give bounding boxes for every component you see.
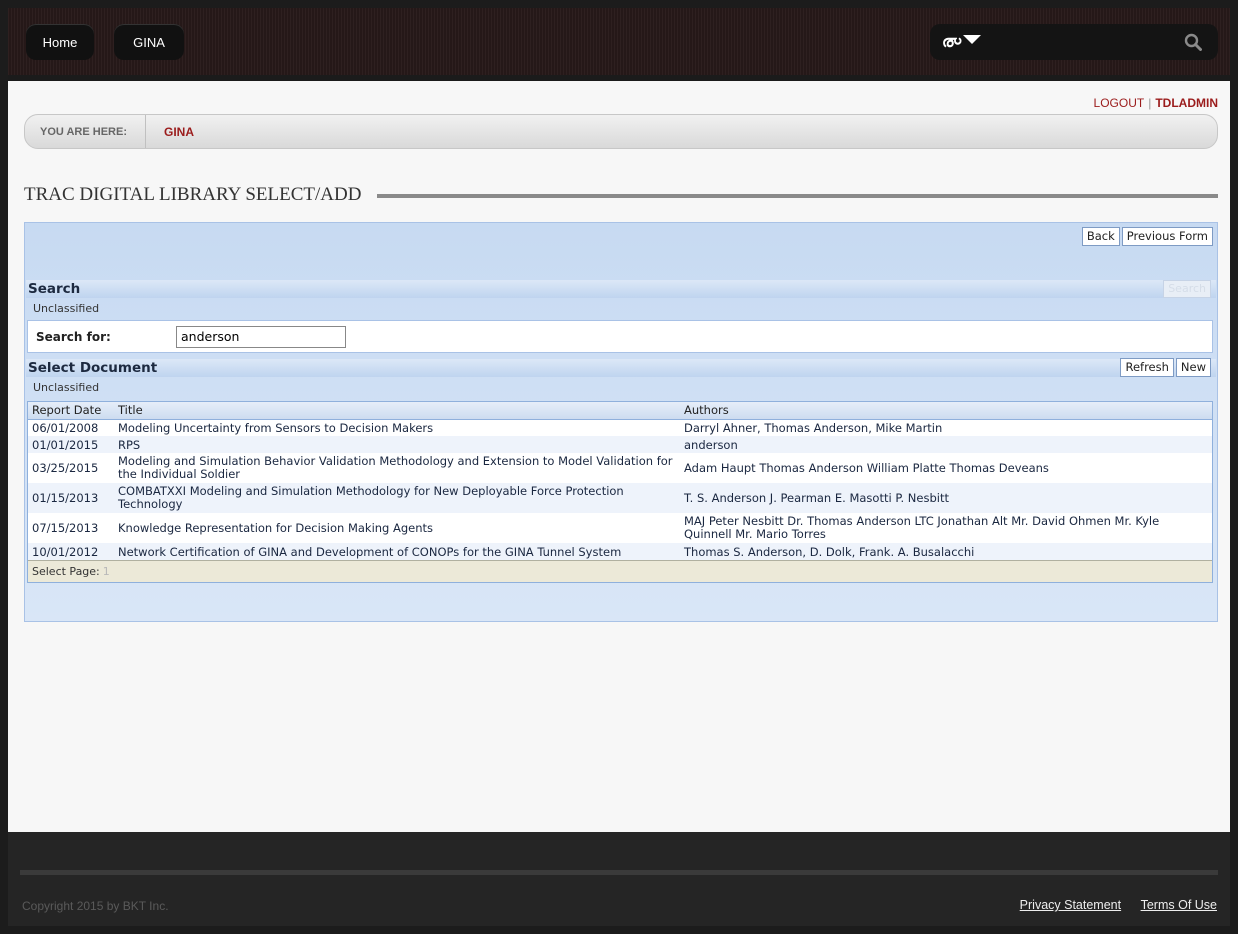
- main-content: LOGOUT | TDLADMIN YOU ARE HERE: GINA TRAC …: [8, 81, 1230, 832]
- search-form-row: Search for:: [27, 320, 1213, 353]
- table-header-row: Report Date Title Authors: [28, 402, 1212, 420]
- cell-report-date: 06/01/2008: [32, 420, 99, 435]
- privacy-statement-link[interactable]: Privacy Statement: [1020, 898, 1121, 912]
- previous-form-button[interactable]: Previous Form: [1121, 227, 1213, 246]
- cell-authors: Adam Haupt Thomas Anderson William Platt…: [684, 460, 1049, 475]
- search-input[interactable]: [176, 325, 346, 348]
- search-classification: Unclassified: [33, 302, 100, 315]
- copyright-text: Copyright 2015 by BKT Inc.: [22, 899, 169, 913]
- column-header-authors[interactable]: Authors: [680, 402, 1212, 420]
- footer-links: Privacy Statement Terms Of Use: [1004, 898, 1217, 912]
- page-title: TRAC DIGITAL LIBRARY SELECT/ADD: [24, 184, 1218, 206]
- page-title-text: TRAC DIGITAL LIBRARY SELECT/ADD: [24, 184, 362, 205]
- cell-authors: Thomas S. Anderson, D. Dolk, Frank. A. B…: [680, 543, 1212, 560]
- language-icon[interactable]: ൞: [942, 32, 961, 52]
- search-icon[interactable]: [1184, 33, 1202, 51]
- cell-report-date: 07/15/2013: [32, 520, 99, 535]
- breadcrumb: YOU ARE HERE: GINA: [24, 114, 1218, 149]
- table-row[interactable]: 01/01/2015 RPS anderson: [28, 436, 1212, 453]
- cell-authors: MAJ Peter Nesbitt Dr. Thomas Anderson LT…: [684, 514, 1160, 541]
- cell-authors: T. S. Anderson J. Pearman E. Masotti P. …: [680, 483, 1212, 513]
- table-row[interactable]: 01/15/2013 COMBATXXI Modeling and Simula…: [28, 483, 1212, 513]
- user-bar-separator: |: [1148, 96, 1152, 110]
- terms-of-use-link[interactable]: Terms Of Use: [1141, 898, 1217, 912]
- footer: Copyright 2015 by BKT Inc. Privacy State…: [8, 832, 1230, 926]
- cell-report-date: 01/01/2015: [28, 436, 114, 453]
- document-form-panel: Back Previous Form Search Search Unclass…: [24, 222, 1218, 622]
- language-dropdown-caret-icon[interactable]: [963, 34, 982, 44]
- nav-gina-button[interactable]: GINA: [114, 24, 184, 60]
- table-row[interactable]: 07/15/2013 Knowledge Representation for …: [28, 513, 1212, 543]
- cell-title[interactable]: Modeling Uncertainty from Sensors to Dec…: [114, 419, 680, 436]
- top-navigation-bar: Home GINA ൞: [8, 8, 1230, 81]
- new-button[interactable]: New: [1175, 358, 1211, 377]
- search-section-header: Search: [26, 280, 1216, 298]
- column-header-title[interactable]: Title: [114, 402, 680, 420]
- cell-title[interactable]: Network Certification of GINA and Develo…: [114, 543, 680, 560]
- table-row[interactable]: 06/01/2008 Modeling Uncertainty from Sen…: [28, 419, 1212, 436]
- select-document-toolbar: Refresh New: [1120, 358, 1211, 377]
- table-pager: Select Page: 1: [28, 560, 1212, 582]
- cell-authors: Darryl Ahner, Thomas Anderson, Mike Mart…: [684, 420, 943, 435]
- logout-link[interactable]: LOGOUT: [1094, 96, 1145, 110]
- top-search-box[interactable]: ൞: [930, 24, 1218, 60]
- column-header-report-date[interactable]: Report Date: [28, 402, 114, 420]
- select-classification: Unclassified: [33, 381, 100, 394]
- form-toolbar: Back Previous Form: [1081, 227, 1213, 246]
- table-row[interactable]: 03/25/2015 Modeling and Simulation Behav…: [28, 453, 1212, 483]
- cell-title[interactable]: Knowledge Representation for Decision Ma…: [114, 513, 680, 543]
- cell-title[interactable]: RPS: [114, 436, 680, 453]
- select-document-title: Select Document: [28, 360, 158, 376]
- breadcrumb-item-gina[interactable]: GINA: [146, 125, 194, 139]
- pager-page-1[interactable]: 1: [103, 565, 110, 578]
- footer-divider: [20, 870, 1218, 875]
- search-for-label: Search for:: [36, 329, 111, 344]
- breadcrumb-label: YOU ARE HERE:: [25, 115, 146, 148]
- refresh-button[interactable]: Refresh: [1120, 358, 1174, 377]
- title-rule-divider: [377, 194, 1218, 198]
- username-link[interactable]: TDLADMIN: [1155, 96, 1218, 110]
- cell-authors: anderson: [680, 436, 1212, 453]
- nav-home-button[interactable]: Home: [26, 24, 94, 60]
- cell-report-date: 03/25/2015: [32, 460, 99, 475]
- user-bar: LOGOUT | TDLADMIN: [1094, 96, 1218, 110]
- search-section-title: Search: [28, 281, 81, 297]
- documents-table: Report Date Title Authors 06/01/2008 Mod…: [27, 401, 1213, 583]
- table-row[interactable]: 10/01/2012 Network Certification of GINA…: [28, 543, 1212, 560]
- back-button[interactable]: Back: [1081, 227, 1120, 246]
- select-document-header: Select Document: [26, 359, 1216, 377]
- pager-label: Select Page:: [32, 565, 100, 578]
- cell-title[interactable]: Modeling and Simulation Behavior Validat…: [114, 453, 680, 483]
- cell-report-date: 10/01/2012: [28, 543, 114, 560]
- cell-report-date: 01/15/2013: [28, 483, 114, 513]
- cell-title[interactable]: COMBATXXI Modeling and Simulation Method…: [114, 483, 680, 513]
- search-button[interactable]: Search: [1163, 280, 1211, 298]
